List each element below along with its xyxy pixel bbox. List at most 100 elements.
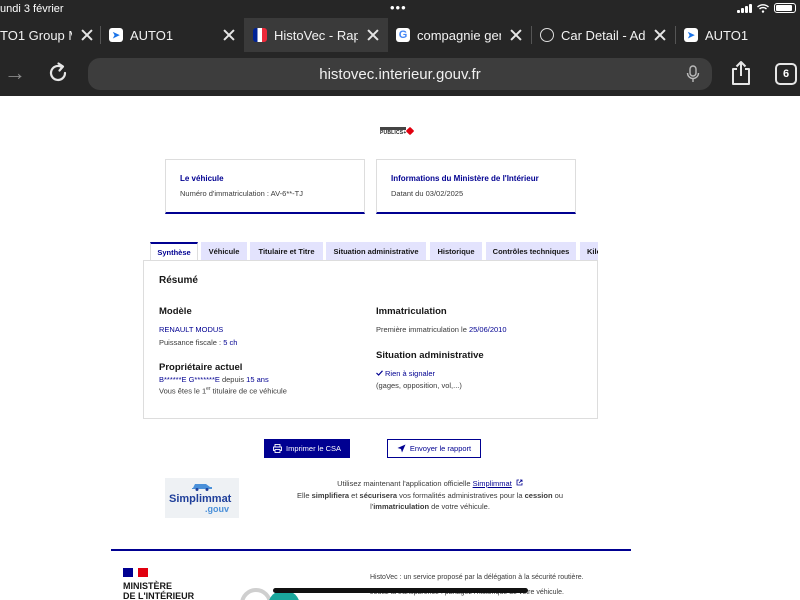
owner-title: Propriétaire actuel [159, 362, 243, 373]
send-report-label: Envoyer le rapport [409, 444, 472, 453]
tab-kilometrage[interactable]: Kilo [580, 242, 598, 260]
owner-note: Vous êtes le 1er titulaire de ce véhicul… [159, 386, 287, 396]
wifi-icon [757, 3, 769, 13]
send-icon [397, 444, 406, 453]
admin-title: Situation administrative [376, 350, 484, 361]
promo-bold: cession [524, 490, 553, 500]
status-bar: undi 3 février ••• [0, 0, 800, 18]
model-title: Modèle [159, 306, 192, 317]
reload-icon[interactable] [46, 61, 70, 85]
marianne-flag-icon [123, 568, 148, 577]
close-icon[interactable] [222, 28, 236, 42]
status-date: undi 3 février [0, 3, 64, 15]
share-icon[interactable] [730, 60, 752, 86]
close-icon[interactable] [509, 28, 523, 42]
fiscal-power: Puissance fiscale : 5 ch [159, 338, 237, 347]
promo-text: Utilisez maintenant l'application offici… [337, 479, 473, 488]
ministry-card-title: Informations du Ministère de l'Intérieur [391, 174, 539, 183]
browser-toolbar: → histovec.interieur.gouv.fr 6 [0, 52, 800, 96]
browser-chrome: undi 3 février ••• TO1 Group M ➤ AUTO1 H… [0, 0, 800, 96]
content-tabs: Synthèse Véhicule Titulaire et Titre Sit… [150, 242, 598, 260]
browser-tab[interactable]: ➤ AUTO1 [101, 18, 244, 52]
tab-historique[interactable]: Historique [430, 242, 482, 260]
check-icon [376, 370, 383, 376]
promo-bold: immatriculation [373, 502, 430, 511]
vehicle-card-value: Numéro d'immatriculation : AV-6**-TJ [180, 189, 303, 198]
microphone-icon[interactable] [686, 65, 700, 83]
simplimmat-logo-sub: .gouv [205, 504, 229, 514]
fiscal-value: 5 ch [223, 338, 238, 347]
footer-desc-1: HistoVec : un service proposé par la dél… [370, 574, 584, 581]
tab-count-button[interactable]: 6 [775, 63, 797, 85]
browser-tab[interactable]: Car Detail - Adm [532, 18, 675, 52]
histovec-favicon-icon [253, 28, 267, 42]
browser-tab-title: TO1 Group M [0, 27, 72, 43]
simplimmat-logo[interactable]: Simplimmat .gouv [165, 478, 239, 518]
promo-text: et [349, 490, 360, 500]
browser-tab-title: Car Detail - Adm [561, 27, 645, 43]
owner-note-post: titulaire de ce véhicule [210, 386, 287, 396]
ministry-card: Informations du Ministère de l'Intérieur… [376, 159, 576, 214]
ministry-card-value: Datant du 03/02/2025 [391, 189, 464, 198]
footer-divider [111, 549, 631, 551]
car-icon [192, 484, 212, 491]
promo-bold: sécurisera [359, 490, 398, 500]
owner-line: B******E G*******E depuis 15 ans [159, 375, 269, 384]
browser-tab-active[interactable]: HistoVec - Rappo [244, 18, 388, 52]
promo-text: vos formalités administratives pour la [397, 490, 525, 500]
owner-note-pre: Vous êtes le 1 [159, 386, 207, 396]
page-content: PUBLICS+ Le véhicule Numéro d'immatricul… [0, 96, 800, 600]
google-favicon-icon: G [396, 28, 410, 42]
promo-line-3: l'immatriculation de votre véhicule. [250, 501, 610, 513]
close-icon[interactable] [653, 28, 667, 42]
summary-title: Résumé [159, 275, 198, 286]
close-icon[interactable] [80, 28, 94, 42]
registration-label: Première immatriculation le [376, 325, 467, 334]
send-report-button[interactable]: Envoyer le rapport [387, 439, 481, 458]
multitasking-dots-icon[interactable]: ••• [390, 0, 407, 15]
owner-since-label: depuis [221, 375, 245, 384]
promo-text: ou [552, 490, 563, 500]
simplimmat-link[interactable]: Simplimmat [473, 479, 512, 488]
close-icon[interactable] [366, 28, 380, 42]
print-csa-button[interactable]: Imprimer le CSA [264, 439, 350, 458]
tab-situation-administrative[interactable]: Situation administrative [326, 242, 426, 260]
browser-tab[interactable]: G compagnie gene [388, 18, 531, 52]
browser-tab-strip: TO1 Group M ➤ AUTO1 HistoVec - Rappo G c… [0, 18, 800, 52]
registration-title: Immatriculation [376, 306, 447, 317]
tab-vehicule[interactable]: Véhicule [201, 242, 247, 260]
home-indicator[interactable] [273, 588, 528, 593]
tab-titulaire[interactable]: Titulaire et Titre [250, 242, 323, 260]
ministry-line-1: MINISTÈRE [123, 581, 173, 591]
simplimmat-promo: Utilisez maintenant l'application offici… [250, 478, 610, 513]
browser-tab[interactable]: ➤ AUTO1 [676, 18, 800, 52]
globe-icon [540, 28, 554, 42]
browser-tab-title: AUTO1 [705, 27, 749, 43]
external-link-icon [516, 479, 523, 486]
owner-since-value: 15 ans [246, 375, 269, 384]
battery-icon [774, 3, 796, 13]
forward-arrow-icon[interactable]: → [4, 62, 26, 84]
logo-text: PUBLICS+ [380, 130, 407, 136]
registration-date: 25/06/2010 [468, 325, 507, 334]
promo-line-1: Utilisez maintenant l'application offici… [250, 478, 610, 490]
admin-details: (gages, opposition, vol,...) [376, 381, 462, 390]
tab-synthese[interactable]: Synthèse [150, 242, 198, 260]
owner-name: B******E G*******E [159, 375, 220, 384]
summary-panel: Résumé Modèle RENAULT MODUS Puissance fi… [143, 260, 598, 419]
tab-controles-techniques[interactable]: Contrôles techniques [486, 242, 576, 260]
url-bar[interactable]: histovec.interieur.gouv.fr [88, 58, 712, 90]
promo-line-2: Elle simplifiera et sécurisera vos forma… [250, 490, 610, 502]
ministry-line-2: DE L'INTÉRIEUR [123, 591, 195, 600]
browser-tab-title: AUTO1 [130, 27, 174, 43]
vehicle-card-title: Le véhicule [180, 174, 224, 183]
print-csa-label: Imprimer le CSA [285, 444, 341, 453]
registration-line: Première immatriculation le 25/06/2010 [376, 325, 507, 334]
signal-icon [737, 3, 752, 13]
browser-tab[interactable]: TO1 Group M [0, 18, 100, 52]
promo-bold: simplifiera [311, 490, 350, 500]
ministry-logo-text: MINISTÈRE DE L'INTÉRIEUR [123, 581, 194, 600]
logo-mark-icon [405, 126, 415, 136]
site-logo: PUBLICS+ [380, 126, 416, 137]
model-value: RENAULT MODUS [159, 325, 224, 334]
